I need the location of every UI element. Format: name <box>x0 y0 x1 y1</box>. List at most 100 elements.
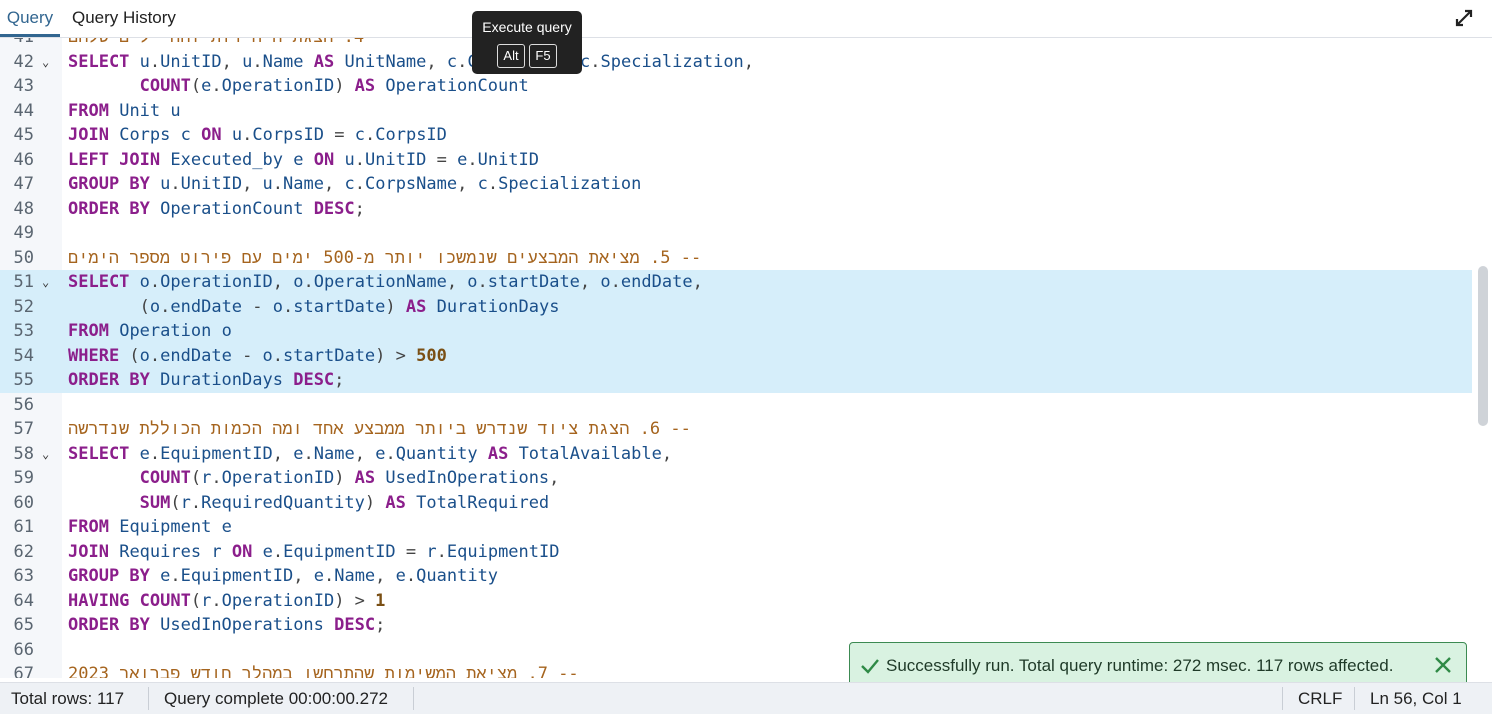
code-token: , <box>692 272 703 292</box>
code-token: ) > <box>334 590 376 611</box>
code-line[interactable]: 49 <box>0 221 1472 246</box>
sql-editor[interactable]: 41 -- 4. הצגת היחידות והחיילים שלהם 42 ⌄ SEL… <box>0 38 1492 678</box>
code-line[interactable]: 45 JOIN Corps c ON u.CorpsID = c.CorpsID <box>0 123 1472 148</box>
line-number: 48 <box>13 198 34 219</box>
code-token: endDate <box>620 272 693 292</box>
code-token: - <box>231 345 263 366</box>
code-token: startDate <box>283 345 376 366</box>
code-token: . <box>303 443 314 464</box>
code-token: u <box>170 100 181 121</box>
code-line[interactable]: 55 ORDER BY DurationDays DESC; <box>0 368 1472 393</box>
scrollbar-thumb[interactable] <box>1478 266 1488 426</box>
query-complete-time: Query complete 00:00:00.272 <box>164 689 388 708</box>
fold-chevron-icon[interactable]: ⌄ <box>42 270 56 295</box>
code-token: RequiredQuantity <box>201 492 365 513</box>
code-line[interactable]: 41 -- 4. הצגת היחידות והחיילים שלהם <box>0 38 1472 50</box>
code-line[interactable]: 42 ⌄ SELECT u.UnitID, u.Name AS UnitName, … <box>0 50 1472 75</box>
code-line[interactable]: 64 HAVING COUNT(r.OperationID) > 1 <box>0 589 1472 614</box>
code-token: EquipmentID <box>283 541 396 562</box>
code-token: ORDER BY <box>68 370 150 390</box>
line-number: 52 <box>13 296 34 317</box>
code-token: COUNT <box>139 76 191 96</box>
code-line[interactable]: 57 -- 6. הצגת ציוד שנדרש ביותר ממבצע אחד … <box>0 417 1472 442</box>
code-line[interactable]: 52 (o.endDate - o.startDate) AS Duration… <box>0 294 1472 319</box>
code-token: startDate <box>487 272 580 292</box>
code-token: . <box>160 296 171 317</box>
code-line[interactable]: 58 ⌄ SELECT e.EquipmentID, e.Name, e.Quant… <box>0 442 1472 467</box>
code-token: . <box>405 566 417 586</box>
tab-query[interactable]: Query <box>0 0 60 37</box>
code-token: u <box>231 125 243 145</box>
code-token: -- 6. הצגת ציוד שנדרש ביותר ממבצע אחד ומ… <box>68 419 691 439</box>
code-token: . <box>272 541 284 562</box>
code-line[interactable]: 63 GROUP BY e.EquipmentID, e.Name, e.Quan… <box>0 564 1472 589</box>
fold-chevron-icon[interactable]: ⌄ <box>42 50 56 75</box>
code-token: , <box>324 174 345 194</box>
code-token: c <box>344 174 355 194</box>
code-token: -- 4. הצגת היחידות והחיילים שלהם <box>68 38 395 47</box>
code-token: . <box>211 76 222 96</box>
code-line[interactable]: 46 LEFT JOIN Executed_by e ON u.UnitID = … <box>0 148 1472 173</box>
code-line[interactable]: 60 SUM(r.RequiredQuantity) AS TotalRequi… <box>0 491 1472 516</box>
code-token: SELECT <box>68 443 130 464</box>
line-ending: CRLF <box>1298 689 1343 708</box>
tab-query-history[interactable]: Query History <box>72 0 176 37</box>
code-token: , <box>221 51 243 72</box>
code-token: . <box>211 468 222 488</box>
code-token: , <box>457 174 478 194</box>
code-text: FROM Equipment e <box>68 515 232 540</box>
code-line[interactable]: 56 <box>0 393 1472 418</box>
code-line[interactable]: 53 FROM Operation o <box>0 319 1472 344</box>
close-icon[interactable] <box>1434 656 1452 674</box>
code-token: , <box>446 272 468 292</box>
shortcut-key-f5: F5 <box>529 44 557 68</box>
code-token: , <box>426 51 447 72</box>
code-token: - <box>242 296 273 317</box>
code-line[interactable]: 51 ⌄ SELECT o.OperationID, o.OperationName… <box>0 270 1472 295</box>
code-line[interactable]: 44 FROM Unit u <box>0 99 1472 124</box>
code-token: OperationID <box>160 272 273 292</box>
code-token: Name <box>313 443 355 464</box>
code-token: HAVING <box>68 590 130 611</box>
code-token: UnitID <box>364 149 427 170</box>
vertical-scrollbar[interactable] <box>1472 38 1492 678</box>
code-token: OperationID <box>221 76 335 96</box>
code-token: OperationID <box>221 468 335 488</box>
code-token: r <box>426 541 437 562</box>
code-token: , <box>293 566 314 586</box>
code-token: 1 <box>375 590 386 611</box>
code-token: u <box>139 51 150 72</box>
code-text: FROM Unit u <box>68 99 181 124</box>
code-token: . <box>354 149 365 170</box>
line-number: 45 <box>13 125 34 145</box>
code-token: , <box>743 51 755 72</box>
code-token: LEFT JOIN <box>68 149 161 170</box>
code-line[interactable]: 47 GROUP BY u.UnitID, u.Name, c.CorpsName… <box>0 172 1472 197</box>
fold-chevron-icon[interactable]: ⌄ <box>42 442 56 467</box>
code-line[interactable]: 50 -- 5. מציאת המבצעים שנמשכו יותר מ-500 … <box>0 246 1472 271</box>
code-token: . <box>190 492 202 513</box>
code-token: GROUP BY <box>68 566 150 586</box>
code-token: Operation <box>119 321 212 341</box>
code-line[interactable]: 43 COUNT(e.OperationID) AS OperationCoun… <box>0 74 1472 99</box>
code-token: , <box>272 443 294 464</box>
code-line[interactable]: 62 JOIN Requires r ON e.EquipmentID = r.E… <box>0 540 1472 565</box>
code-line[interactable]: 61 FROM Equipment e <box>0 515 1472 540</box>
code-line[interactable]: 54 WHERE (o.endDate - o.startDate) > 500 <box>0 343 1472 369</box>
code-line[interactable]: 48 ORDER BY OperationCount DESC; <box>0 197 1472 222</box>
code-text: SELECT u.UnitID, u.Name AS UnitName, c. C… <box>68 50 754 75</box>
code-text: WHERE (o.endDate - o.startDate) > 500 <box>68 344 447 369</box>
expand-icon[interactable] <box>1454 8 1474 28</box>
code-token: COUNT <box>139 468 191 488</box>
code-token: e <box>160 566 171 586</box>
code-line[interactable]: 59 COUNT(r.OperationID) AS UsedInOperati… <box>0 466 1472 491</box>
code-line[interactable]: 65 ORDER BY UsedInOperations DESC; <box>0 613 1472 638</box>
